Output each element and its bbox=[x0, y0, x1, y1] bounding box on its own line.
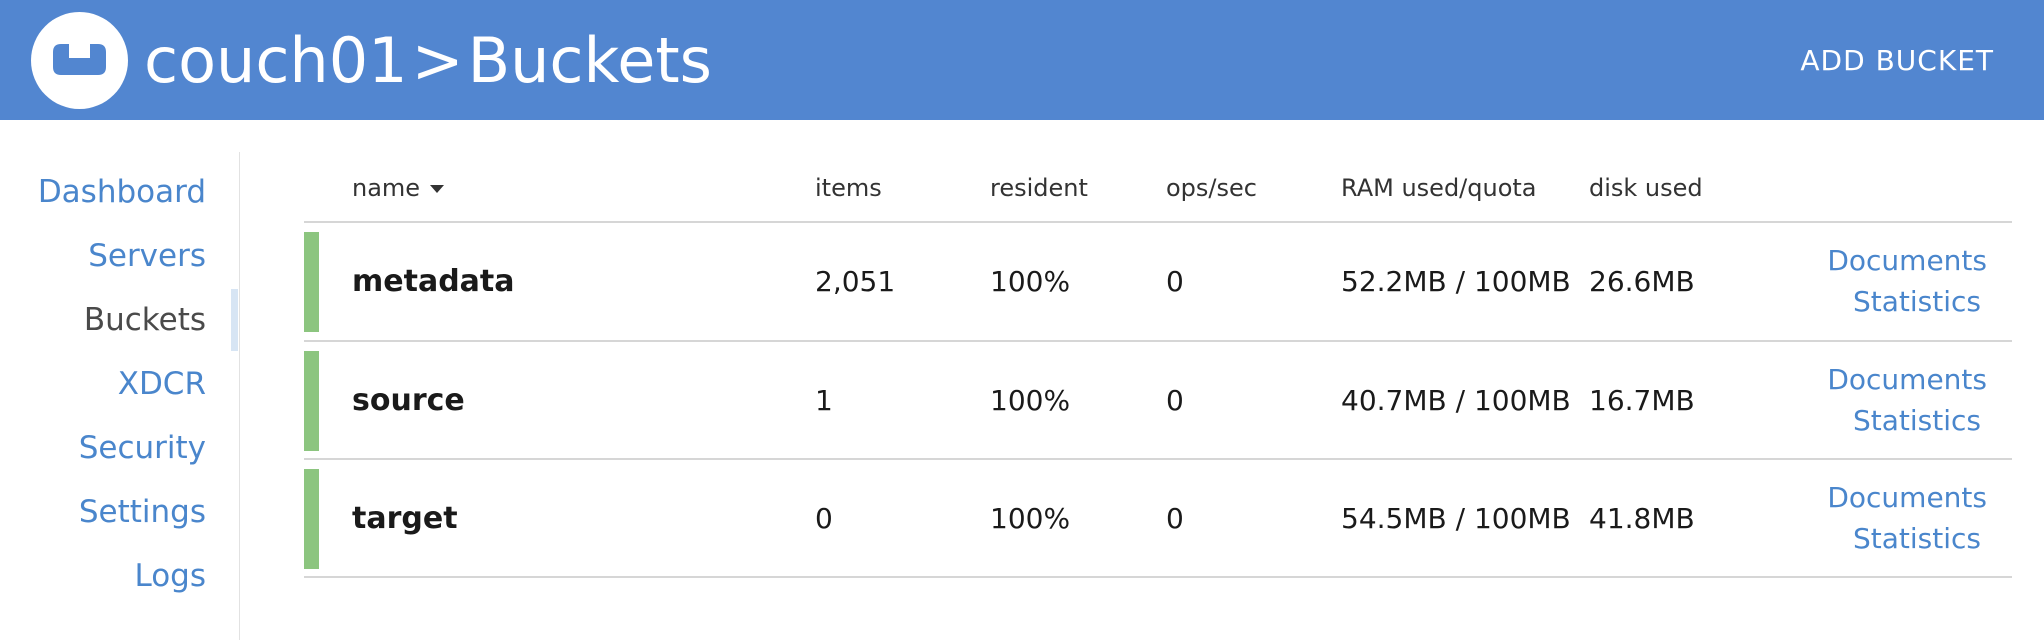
bucket-items: 1 bbox=[815, 384, 833, 417]
documents-link[interactable]: Documents bbox=[1827, 478, 1987, 518]
column-header-name-label: name bbox=[352, 174, 421, 202]
bucket-ops: 0 bbox=[1166, 502, 1184, 535]
sidebar-item-logs[interactable]: Logs bbox=[134, 553, 206, 599]
couchbase-logo-icon bbox=[31, 12, 128, 109]
column-header-disk[interactable]: disk used bbox=[1589, 170, 1703, 206]
bucket-disk: 41.8MB bbox=[1589, 502, 1695, 535]
bucket-ops: 0 bbox=[1166, 384, 1184, 417]
active-nav-indicator bbox=[231, 289, 238, 351]
bucket-status-bar bbox=[304, 469, 319, 569]
add-bucket-button[interactable]: ADD BUCKET bbox=[1800, 34, 1994, 88]
page-name: Buckets bbox=[467, 24, 712, 97]
bucket-status-bar bbox=[304, 351, 319, 451]
bucket-resident: 100% bbox=[990, 502, 1071, 535]
documents-link[interactable]: Documents bbox=[1827, 241, 1987, 281]
sidebar-item-security[interactable]: Security bbox=[79, 425, 206, 471]
statistics-link[interactable]: Statistics bbox=[1853, 519, 1981, 559]
documents-link[interactable]: Documents bbox=[1827, 360, 1987, 400]
sidebar-item-settings[interactable]: Settings bbox=[79, 489, 206, 535]
sidebar-item-buckets[interactable]: Buckets bbox=[84, 297, 206, 343]
bucket-name: source bbox=[352, 383, 465, 418]
bucket-ops: 0 bbox=[1166, 265, 1184, 298]
top-header: couch01>Buckets ADD BUCKET bbox=[0, 0, 2044, 120]
table-row[interactable]: target 0 100% 0 54.5MB / 100MB 41.8MB Do… bbox=[304, 460, 2012, 578]
sidebar-item-xdcr[interactable]: XDCR bbox=[118, 361, 206, 407]
column-header-ops[interactable]: ops/sec bbox=[1166, 170, 1257, 206]
bucket-disk: 16.7MB bbox=[1589, 384, 1695, 417]
statistics-link[interactable]: Statistics bbox=[1853, 282, 1981, 322]
breadcrumb-separator-icon: > bbox=[411, 24, 464, 97]
row-divider bbox=[304, 576, 2012, 578]
sidebar-item-servers[interactable]: Servers bbox=[88, 233, 206, 279]
caret-down-icon bbox=[430, 185, 445, 193]
table-row[interactable]: source 1 100% 0 40.7MB / 100MB 16.7MB Do… bbox=[304, 342, 2012, 460]
bucket-ram: 52.2MB / 100MB bbox=[1341, 265, 1571, 298]
bucket-name: target bbox=[352, 501, 458, 536]
column-header-ram[interactable]: RAM used/quota bbox=[1341, 170, 1537, 206]
column-header-resident[interactable]: resident bbox=[990, 170, 1088, 206]
bucket-items: 0 bbox=[815, 502, 833, 535]
bucket-items: 2,051 bbox=[815, 265, 896, 298]
bucket-status-bar bbox=[304, 232, 319, 332]
bucket-resident: 100% bbox=[990, 265, 1071, 298]
column-header-items[interactable]: items bbox=[815, 170, 882, 206]
column-header-name[interactable]: name bbox=[352, 170, 445, 206]
cluster-name[interactable]: couch01 bbox=[144, 24, 408, 97]
bucket-name: metadata bbox=[352, 264, 515, 299]
page-title: couch01>Buckets bbox=[144, 19, 712, 103]
bucket-disk: 26.6MB bbox=[1589, 265, 1695, 298]
bucket-resident: 100% bbox=[990, 384, 1071, 417]
table-row[interactable]: metadata 2,051 100% 0 52.2MB / 100MB 26.… bbox=[304, 223, 2012, 341]
bucket-ram: 54.5MB / 100MB bbox=[1341, 502, 1571, 535]
sidebar-nav: Dashboard Servers Buckets XDCR Security … bbox=[0, 152, 240, 640]
sidebar-item-dashboard[interactable]: Dashboard bbox=[38, 169, 206, 215]
statistics-link[interactable]: Statistics bbox=[1853, 401, 1981, 441]
bucket-ram: 40.7MB / 100MB bbox=[1341, 384, 1571, 417]
